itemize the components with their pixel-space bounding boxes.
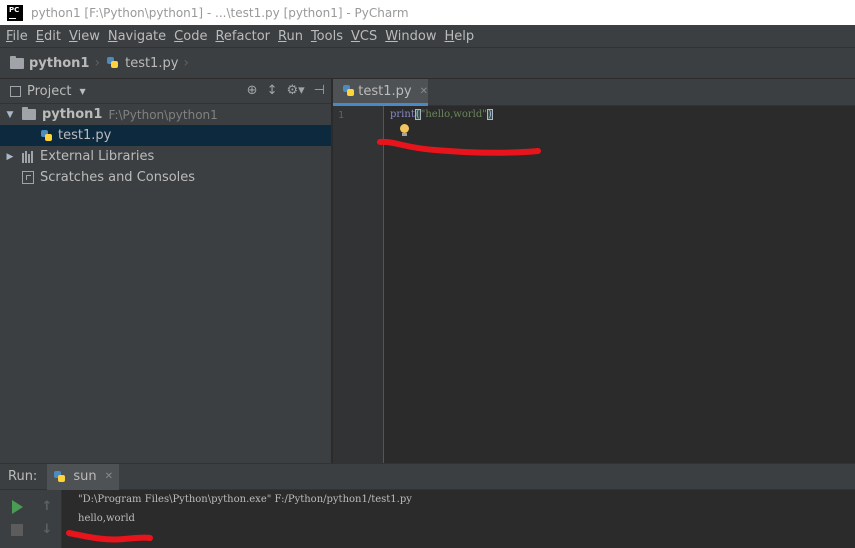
chevron-right-icon: ›: [183, 55, 190, 71]
scroll-down-button[interactable]: ↓: [39, 521, 55, 537]
editor-tab-test1-py[interactable]: test1.py ✕: [333, 79, 428, 106]
collapsed-arrow-icon[interactable]: ▶: [3, 152, 17, 162]
gear-icon[interactable]: ⚙▾: [286, 83, 304, 98]
title-bar: PC python1 [F:\Python\python1] - ...\tes…: [0, 0, 855, 25]
scroll-from-source-icon[interactable]: ⊕: [247, 83, 258, 98]
code-paren-close: ): [486, 109, 493, 120]
tree-item-project-root[interactable]: ▼ python1 F:\Python\python1: [0, 104, 331, 125]
menu-navigate[interactable]: Navigate: [105, 29, 171, 44]
tree-scratches-label: Scratches and Consoles: [40, 170, 196, 185]
menu-refactor[interactable]: Refactor: [212, 29, 275, 44]
tree-item-test1-py[interactable]: test1.py: [0, 125, 331, 146]
project-panel-header: Project ▼ ⊕ ↕ ⚙▾ ⊣: [0, 79, 331, 104]
menu-vcs[interactable]: VCS: [348, 29, 382, 44]
tree-libraries-label: External Libraries: [40, 149, 155, 164]
folder-icon: [10, 55, 24, 69]
run-panel-header: Run: sun ✕: [0, 463, 855, 490]
console-command-line: "D:\Program Files\Python\python.exe" F:/…: [78, 494, 412, 505]
breadcrumb-file-label: test1.py: [125, 55, 179, 71]
run-tab-sun[interactable]: sun ✕: [47, 463, 119, 490]
line-number: 1: [338, 110, 345, 121]
run-label: Run:: [8, 469, 38, 484]
editor-tab-strip: test1.py ✕: [333, 79, 855, 106]
intention-lightbulb-icon[interactable]: [399, 124, 410, 137]
tree-root-label: python1: [42, 107, 103, 122]
rerun-button[interactable]: [9, 499, 25, 515]
stop-button[interactable]: [9, 522, 25, 538]
breadcrumb: python1 › test1.py ›: [0, 47, 855, 79]
chevron-right-icon: ›: [94, 55, 101, 71]
menu-file[interactable]: File: [3, 29, 33, 44]
menu-help[interactable]: Help: [442, 29, 480, 44]
editor-tab-label: test1.py: [358, 83, 412, 99]
python-file-icon: [106, 56, 120, 70]
project-tool-window: Project ▼ ⊕ ↕ ⚙▾ ⊣ ▼ python1 F:\Python\p…: [0, 79, 332, 463]
collapse-all-icon[interactable]: ↕: [267, 83, 278, 98]
menu-tools[interactable]: Tools: [308, 29, 348, 44]
code-string: "hello,world": [420, 109, 487, 120]
run-tab-label: sun: [73, 469, 97, 484]
library-icon: [22, 150, 36, 163]
tree-item-external-libraries[interactable]: ▶ External Libraries: [0, 146, 331, 167]
folder-icon: [22, 107, 36, 120]
hide-panel-icon[interactable]: ⊣: [314, 83, 325, 98]
python-run-icon: [53, 470, 67, 484]
menu-code[interactable]: Code: [171, 29, 212, 44]
caret-down-icon[interactable]: ▼: [79, 87, 85, 96]
pycharm-logo-icon: PC: [7, 4, 23, 21]
menu-window[interactable]: Window: [382, 29, 441, 44]
code-keyword: print: [390, 109, 415, 120]
scroll-up-button[interactable]: ↑: [39, 498, 55, 514]
code-line[interactable]: print("hello,world"): [390, 109, 493, 120]
stop-icon: [11, 524, 23, 536]
red-underline-annotation: [66, 530, 153, 543]
python-file-icon: [40, 129, 54, 143]
expanded-arrow-icon[interactable]: ▼: [3, 110, 17, 120]
menu-bar: File Edit View Navigate Code Refactor Ru…: [0, 25, 855, 47]
tree-root-path: F:\Python\python1: [108, 107, 218, 122]
scratches-icon: [22, 171, 34, 184]
arrow-down-icon: ↓: [41, 521, 53, 537]
breadcrumb-project-label: python1: [29, 55, 90, 71]
editor-area: test1.py ✕ 1 print("hello,world"): [333, 79, 855, 463]
project-view-icon: [10, 85, 21, 97]
breadcrumb-file[interactable]: test1.py: [106, 56, 178, 71]
breadcrumb-project[interactable]: python1: [10, 55, 90, 71]
run-toolbar: ↑ ↓: [0, 490, 62, 548]
red-underline-annotation: [377, 138, 541, 156]
menu-view[interactable]: View: [66, 29, 105, 44]
close-icon[interactable]: ✕: [420, 86, 428, 97]
python-file-icon: [342, 84, 355, 98]
close-icon[interactable]: ✕: [105, 471, 113, 482]
tree-item-scratches[interactable]: Scratches and Consoles: [0, 167, 331, 188]
arrow-up-icon: ↑: [41, 498, 53, 514]
menu-edit[interactable]: Edit: [33, 29, 66, 44]
console-output-line: hello,world: [78, 513, 135, 524]
play-icon: [11, 500, 23, 514]
window-title: python1 [F:\Python\python1] - ...\test1.…: [31, 5, 409, 20]
tree-file-label: test1.py: [58, 128, 112, 143]
project-view-selector[interactable]: Project: [27, 84, 71, 99]
menu-run[interactable]: Run: [275, 29, 308, 44]
